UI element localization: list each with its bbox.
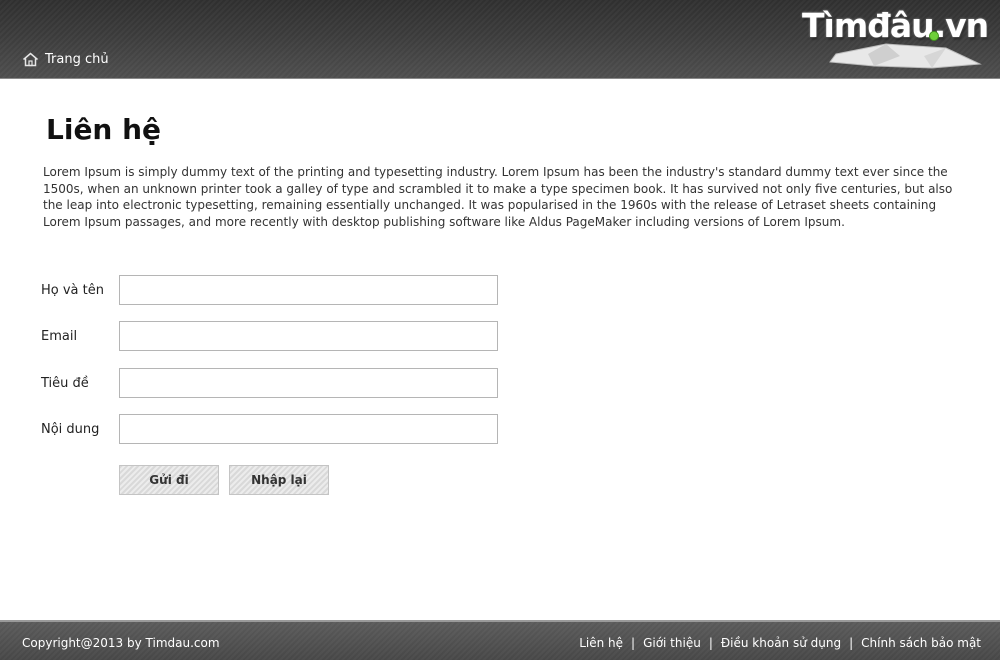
home-link[interactable]: Trang chủ: [22, 50, 109, 68]
name-input[interactable]: [119, 275, 498, 305]
site-footer: Copyright@2013 by Timdau.com Liên hệ | G…: [0, 620, 1000, 660]
footer-links: Liên hệ | Giới thiệu | Điều khoản sử dụn…: [579, 636, 981, 650]
form-row-content: Nội dung: [41, 414, 501, 444]
page-title: Liên hệ: [46, 113, 162, 146]
form-row-email: Email: [41, 321, 501, 351]
content-label: Nội dung: [41, 422, 100, 437]
footer-link-about[interactable]: Giới thiệu: [643, 636, 701, 650]
home-icon: [22, 52, 39, 67]
map-pin-icon: [828, 40, 984, 74]
form-row-subject: Tiêu đề: [41, 368, 501, 398]
footer-separator: |: [631, 636, 636, 650]
logo-pin-dot: [929, 31, 939, 41]
footer-separator: |: [849, 636, 854, 650]
footer-link-terms[interactable]: Điều khoản sử dụng: [721, 636, 841, 650]
site-logo[interactable]: Tìmđâu.vn: [798, 6, 989, 70]
name-label: Họ và tên: [41, 283, 104, 298]
subject-input[interactable]: [119, 368, 498, 398]
content-input[interactable]: [119, 414, 498, 444]
main-content: Liên hệ Lorem Ipsum is simply dummy text…: [0, 80, 1000, 620]
email-label: Email: [41, 329, 78, 344]
email-input[interactable]: [119, 321, 498, 351]
home-label: Trang chủ: [45, 51, 109, 67]
reset-button[interactable]: Nhập lại: [229, 465, 329, 495]
footer-link-privacy[interactable]: Chính sách bảo mật: [861, 636, 981, 650]
footer-separator: |: [708, 636, 713, 650]
intro-text: Lorem Ipsum is simply dummy text of the …: [43, 165, 953, 229]
footer-link-contact[interactable]: Liên hệ: [579, 636, 623, 650]
subject-label: Tiêu đề: [41, 376, 89, 391]
copyright-text: Copyright@2013 by Timdau.com: [22, 636, 220, 650]
form-row-name: Họ và tên: [41, 275, 501, 305]
submit-button[interactable]: Gửi đi: [119, 465, 219, 495]
site-header: Trang chủ Tìmđâu.vn: [0, 0, 1000, 79]
